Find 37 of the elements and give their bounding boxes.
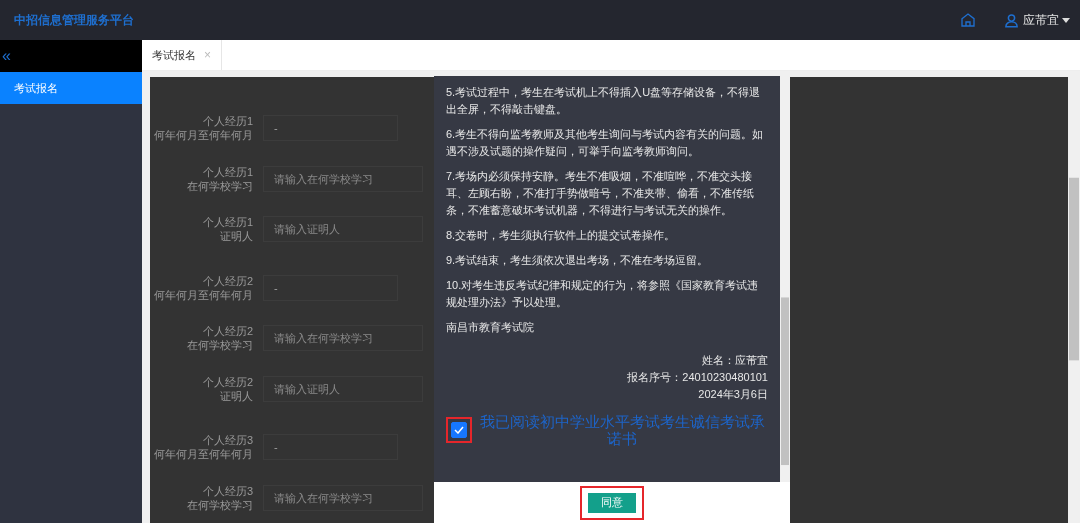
app-title: 中招信息管理服务平台	[14, 11, 135, 29]
home-icon[interactable]	[960, 12, 976, 28]
field-label: 个人经历1 何年何月至何年何月	[153, 114, 253, 143]
signature-line: 姓名：应芾宜	[702, 353, 768, 368]
notice-paragraph: 8.交卷时，考生须执行软件上的提交试卷操作。	[446, 228, 677, 243]
agree-button[interactable]: 同意	[588, 492, 636, 513]
input-field[interactable]: 请输入在何学校学习	[263, 165, 423, 192]
modal-scrollbar[interactable]	[780, 76, 790, 482]
field-label: 个人经历1 证明人	[201, 215, 253, 244]
signature-line: 2024年3月6日	[698, 387, 768, 402]
signature-line: 报名序号：24010230480101	[627, 370, 768, 385]
agree-checkbox[interactable]	[451, 422, 467, 438]
date-range-field[interactable]: -	[263, 115, 398, 142]
sidebar-item[interactable]: 考试报名	[0, 72, 142, 104]
input-field[interactable]: 请输入在何学校学习	[263, 325, 423, 352]
date-range-field[interactable]: -	[263, 274, 398, 301]
notice-paragraph: 南昌市教育考试院	[446, 320, 535, 335]
notice-paragraph: 6.考生不得向监考教师及其他考生询问与考试内容有关的问题。如遇不涉及试题的操作疑问，可举手向监考教师询问。	[446, 127, 765, 159]
collapse-button[interactable]: «	[0, 47, 11, 65]
notice-paragraph: 5.考试过程中，考生在考试机上不得插入U盘等存储设备，不得退出全屏，不得敲击键盘。	[446, 85, 762, 117]
user-name[interactable]: 应芾宜	[1023, 11, 1059, 29]
date-range-field[interactable]: -	[263, 434, 398, 461]
user-icon[interactable]	[1004, 12, 1019, 28]
notice-paragraph: 7.考场内必须保持安静。考生不准吸烟，不准喧哗，不准交头接耳、左顾右盼，不准打手势做暗号，不准夹带、偷看，不准传纸条，不准蓄意破坏考试机器，不得进行与考试无关的操作。	[446, 169, 755, 218]
check-icon	[454, 426, 464, 434]
input-field[interactable]: 请输入证明人	[263, 375, 423, 402]
field-label: 个人经历3 何年何月至何年何月	[153, 433, 253, 462]
field-label: 个人经历3 在何学校学习	[186, 483, 253, 512]
field-label: 个人经历2 在何学校学习	[186, 324, 253, 353]
input-field[interactable]: 请输入证明人	[263, 216, 423, 243]
field-label: 个人经历1 在何学校学习	[186, 164, 253, 193]
input-field[interactable]: 请输入在何学校学习	[263, 484, 423, 511]
caret-icon[interactable]	[1062, 17, 1070, 23]
field-label: 个人经历2 证明人	[201, 374, 253, 403]
notice-paragraph: 10.对考生违反考试纪律和规定的行为，将参照《国家教育考试违规处理办法》予以处理。	[446, 278, 760, 310]
notice-paragraph: 9.考试结束，考生须依次退出考场，不准在考场逗留。	[446, 253, 710, 268]
field-label: 个人经历2 何年何月至何年何月	[153, 273, 253, 302]
